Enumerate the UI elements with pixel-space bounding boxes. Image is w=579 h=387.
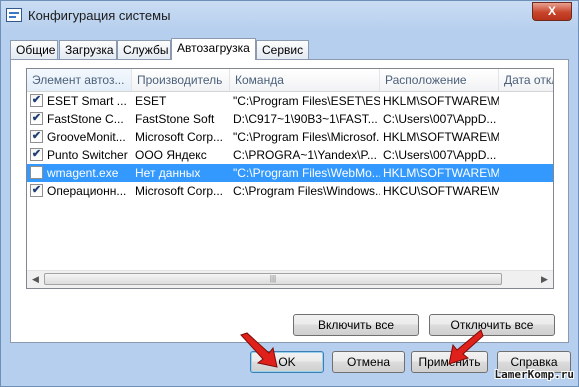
column-header-location[interactable]: Расположение [380,69,499,91]
row-checkbox[interactable]: ✔ [30,130,43,143]
row-checkbox[interactable]: ✔ [30,112,43,125]
scroll-right-icon[interactable]: ▶ [536,271,553,287]
horizontal-scrollbar[interactable]: ◀ ||| ▶ [27,270,553,288]
column-header-date-disabled[interactable]: Дата откл [499,69,553,91]
cell-manufacturer: Нет данных [135,166,201,180]
title-bar[interactable]: Конфигурация системы X [1,1,578,31]
startup-panel: Элемент автоз... Производитель Команда Р… [10,59,569,343]
cell-command: "C:\Program Files\Microsof... [233,130,380,144]
msconfig-app-icon [6,8,22,22]
column-header-item[interactable]: Элемент автоз... [27,69,132,91]
cell-item: FastStone C... [47,112,124,126]
red-arrow-apply-icon [448,329,484,365]
cell-manufacturer: Microsoft Corp... [135,184,224,198]
cell-location: HKLM\SOFTWARE\M... [383,130,499,144]
cell-item: Punto Switcher [47,148,128,162]
column-header-command[interactable]: Команда [230,69,380,91]
scroll-thumb[interactable]: ||| [44,273,502,285]
startup-items-list[interactable]: Элемент автоз... Производитель Команда Р… [26,68,554,289]
tab-general[interactable]: Общие [10,40,58,59]
scroll-left-icon[interactable]: ◀ [27,271,44,287]
close-icon: X [547,4,556,18]
row-checkbox-unchecked[interactable] [30,166,43,179]
cell-item: ESET Smart ... [47,94,127,108]
cell-item: Операционн... [47,184,127,198]
system-config-window: Конфигурация системы X Общие Загрузка Сл… [0,0,579,387]
list-header: Элемент автоз... Производитель Команда Р… [27,69,553,92]
cell-location: C:\Users\007\AppD... [383,112,497,126]
row-checkbox[interactable]: ✔ [30,184,43,197]
cell-location: HKLM\SOFTWARE\M... [383,166,499,180]
table-row[interactable]: ✔ FastStone C... FastStone Soft D:\C917~… [27,110,553,128]
cell-item: wmagent.exe [47,166,119,180]
cell-command: C:\PROGRA~1\Yandex\P... [233,148,377,162]
cell-command: "C:\Program Files\WebMo... [233,166,380,180]
table-row[interactable]: ✔ Операционн... Microsoft Corp... C:\Pro… [27,182,553,200]
cell-location: HKLM\SOFTWARE\M... [383,94,499,108]
cell-item: GrooveMonit... [47,130,126,144]
cell-command: D:\C917~1\90B3~1\FAST... [233,112,378,126]
enable-all-button[interactable]: Включить все [293,314,419,336]
table-row[interactable]: ✔ Punto Switcher ООО Яндекс C:\PROGRA~1\… [27,146,553,164]
close-button[interactable]: X [532,2,572,21]
cell-manufacturer: FastStone Soft [135,112,215,126]
table-row[interactable]: ✔ ESET Smart ... ESET "C:\Program Files\… [27,92,553,110]
tab-tools[interactable]: Сервис [256,40,309,59]
tab-boot[interactable]: Загрузка [59,40,117,59]
window-title: Конфигурация системы [28,8,171,23]
cancel-button[interactable]: Отмена [332,351,405,373]
cell-manufacturer: ООО Яндекс [135,148,207,162]
cell-location: C:\Users\007\AppD... [383,148,497,162]
cell-command: "C:\Program Files\ESET\ES... [233,94,380,108]
red-arrow-ok-icon [240,332,278,368]
column-header-manufacturer[interactable]: Производитель [132,69,230,91]
cell-manufacturer: Microsoft Corp... [135,130,224,144]
cell-command: C:\Program Files\Windows... [233,184,380,198]
watermark-text: LamerKomp.ru [494,368,574,381]
row-checkbox[interactable]: ✔ [30,148,43,161]
table-row-selected[interactable]: wmagent.exe Нет данных "C:\Program Files… [27,164,553,182]
cell-location: HKCU\SOFTWARE\M... [383,184,499,198]
tab-services[interactable]: Службы [117,40,171,59]
table-row[interactable]: ✔ GrooveMonit... Microsoft Corp... "C:\P… [27,128,553,146]
row-checkbox[interactable]: ✔ [30,94,43,107]
tab-startup[interactable]: Автозагрузка [171,38,256,60]
cell-manufacturer: ESET [135,94,167,108]
